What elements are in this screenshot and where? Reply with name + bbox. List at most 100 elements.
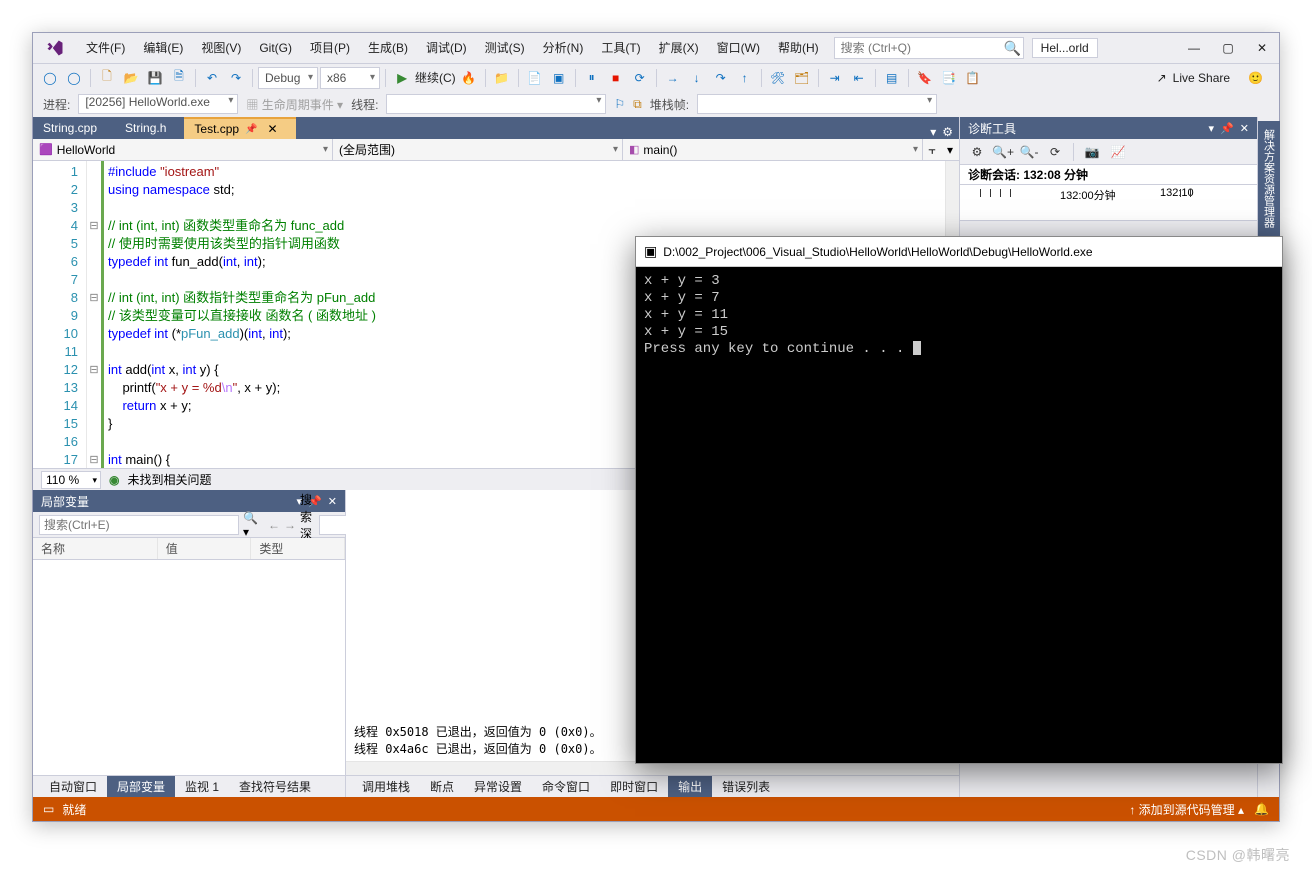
panel-tab[interactable]: 自动窗口 — [39, 776, 107, 797]
new-item-icon[interactable]: 📄 — [524, 67, 546, 89]
panel-tab[interactable]: 错误列表 — [712, 776, 780, 797]
stackframe-combo[interactable] — [697, 94, 937, 114]
bookmark-icon[interactable]: 🔖 — [914, 67, 936, 89]
lifecycle-events-button[interactable]: ▦ 生命周期事件 ▾ — [246, 96, 343, 113]
console-window[interactable]: ▣ D:\002_Project\006_Visual_Studio\Hello… — [635, 236, 1283, 764]
panel-close-icon[interactable]: ✕ — [1240, 122, 1249, 135]
indent-icon[interactable]: ⇥ — [824, 67, 846, 89]
menu-item[interactable]: 项目(P) — [301, 33, 359, 63]
step-into-icon[interactable]: ↓ — [686, 67, 708, 89]
diag-zoom-in-icon[interactable]: 🔍+ — [992, 141, 1014, 163]
open-icon[interactable]: 📂 — [120, 67, 142, 89]
menu-item[interactable]: 编辑(E) — [134, 33, 192, 63]
menu-item[interactable]: 窗口(W) — [708, 33, 769, 63]
bookmark-list-icon[interactable]: 📑 — [938, 67, 960, 89]
panel-tab[interactable]: 异常设置 — [464, 776, 532, 797]
open-file-icon[interactable]: 📁 — [491, 67, 513, 89]
diagnostics-timeline[interactable]: 132:00分钟 132:10 — [960, 185, 1257, 221]
quick-launch-search[interactable]: 🔍 — [834, 37, 1024, 59]
restart-icon[interactable]: ⟳ — [629, 67, 651, 89]
save-icon[interactable]: 💾 — [144, 67, 166, 89]
step-out-icon[interactable]: ↑ — [734, 67, 756, 89]
locals-search-input[interactable] — [39, 515, 239, 535]
search-icon[interactable]: 🔍▾ — [243, 511, 258, 539]
menu-item[interactable]: 帮助(H) — [769, 33, 828, 63]
redo-icon[interactable]: ↷ — [225, 67, 247, 89]
tab-settings-icon[interactable]: ⚙ — [942, 125, 953, 139]
solution-explorer-tab[interactable]: 解决方案资源管理器 — [1258, 121, 1280, 236]
panel-menu-icon[interactable]: ▾ — [1209, 122, 1215, 135]
console-titlebar[interactable]: ▣ D:\002_Project\006_Visual_Studio\Hello… — [636, 237, 1282, 267]
nav-project-combo[interactable]: 🟪 HelloWorld — [33, 139, 333, 160]
menu-item[interactable]: 生成(B) — [359, 33, 417, 63]
panel-tab[interactable]: 局部变量 — [107, 776, 175, 797]
menu-item[interactable]: 调试(D) — [417, 33, 476, 63]
minimize-button[interactable]: — — [1177, 33, 1211, 63]
step-over-icon[interactable]: ↷ — [710, 67, 732, 89]
panel-tab[interactable]: 断点 — [420, 776, 464, 797]
panel-tab[interactable]: 即时窗口 — [600, 776, 668, 797]
diag-snapshot-icon[interactable]: 📷 — [1081, 141, 1103, 163]
nav-fwd-icon[interactable]: ◯ — [63, 67, 85, 89]
column-header[interactable]: 类型 — [251, 538, 345, 559]
tab-dropdown-icon[interactable]: ▾ — [930, 125, 936, 139]
panel-tab[interactable]: 监视 1 — [175, 776, 229, 797]
window-icon[interactable]: ▣ — [548, 67, 570, 89]
file-tab[interactable]: String.cpp — [33, 117, 115, 139]
feedback-icon[interactable]: 🙂 — [1248, 71, 1263, 85]
toggle-pinned-icon[interactable]: ▾ — [941, 139, 959, 160]
continue-button[interactable]: ▶ — [391, 67, 413, 89]
toolbox-icon[interactable]: 🛠 — [767, 67, 789, 89]
panel-pin-icon[interactable]: 📌 — [1220, 122, 1234, 135]
stop-icon[interactable]: ■ — [605, 67, 627, 89]
panel-tab[interactable]: 命令窗口 — [532, 776, 600, 797]
nav-function-combo[interactable]: ◧ main() — [623, 139, 923, 160]
menu-item[interactable]: 视图(V) — [192, 33, 250, 63]
diag-settings-icon[interactable]: ⚙ — [966, 141, 988, 163]
nav-scope-combo[interactable]: (全局范围) — [333, 139, 623, 160]
menu-item[interactable]: 文件(F) — [77, 33, 134, 63]
panel-tab[interactable]: 查找符号结果 — [229, 776, 321, 797]
search-icon[interactable]: 🔍 — [1002, 40, 1023, 57]
platform-combo[interactable]: x86 — [320, 67, 380, 89]
fold-column[interactable]: ⊟⊟⊟⊟⊟ — [87, 161, 101, 468]
menu-item[interactable]: Git(G) — [250, 33, 301, 63]
locals-table[interactable]: 名称值类型 — [33, 538, 345, 775]
layer-icon[interactable]: 🗂 — [791, 67, 813, 89]
diag-reset-icon[interactable]: ⟳ — [1044, 141, 1066, 163]
column-header[interactable]: 值 — [158, 538, 252, 559]
save-all-icon[interactable]: 🗎 — [168, 67, 190, 89]
console-output[interactable]: x + y = 3 x + y = 7 x + y = 11 x + y = 1… — [636, 267, 1282, 763]
menu-item[interactable]: 分析(N) — [534, 33, 593, 63]
close-tab-icon[interactable]: ✕ — [268, 122, 278, 136]
file-tab[interactable]: String.h — [115, 117, 184, 139]
thread-marker-icon[interactable]: ⧉ — [633, 97, 642, 112]
close-button[interactable]: ✕ — [1245, 33, 1279, 63]
panel-tab[interactable]: 输出 — [668, 776, 712, 797]
comment-icon[interactable]: ▤ — [881, 67, 903, 89]
notifications-icon[interactable]: 🔔 — [1254, 802, 1269, 816]
panel-tab[interactable]: 调用堆栈 — [352, 776, 420, 797]
hot-reload-icon[interactable]: 🔥 — [458, 67, 480, 89]
undo-icon[interactable]: ↶ — [201, 67, 223, 89]
process-combo[interactable]: [20256] HelloWorld.exe — [78, 94, 238, 114]
panel-close-icon[interactable]: ✕ — [328, 495, 337, 508]
show-next-icon[interactable]: → — [662, 67, 684, 89]
maximize-button[interactable]: ▢ — [1211, 33, 1245, 63]
search-prev-icon[interactable]: ← — [268, 518, 280, 532]
menu-item[interactable]: 扩展(X) — [650, 33, 708, 63]
menu-item[interactable]: 测试(S) — [476, 33, 534, 63]
thread-combo[interactable] — [386, 94, 606, 114]
menu-item[interactable]: 工具(T) — [592, 33, 649, 63]
column-header[interactable]: 名称 — [33, 538, 158, 559]
live-share-button[interactable]: ↗ Live Share 🙂 — [1147, 71, 1273, 85]
split-editor-icon[interactable]: ⫟ — [923, 139, 941, 160]
nav-back-icon[interactable]: ◯ — [39, 67, 61, 89]
task-list-icon[interactable]: 📋 — [962, 67, 984, 89]
pin-icon[interactable]: 📌 — [245, 124, 257, 135]
configuration-combo[interactable]: Debug — [258, 67, 318, 89]
source-control-button[interactable]: ↑ 添加到源代码管理 ▴ — [1129, 801, 1244, 818]
search-next-icon[interactable]: → — [284, 518, 296, 532]
diag-chart-icon[interactable]: 📈 — [1107, 141, 1129, 163]
file-tab[interactable]: Test.cpp 📌 ✕ — [184, 117, 295, 139]
